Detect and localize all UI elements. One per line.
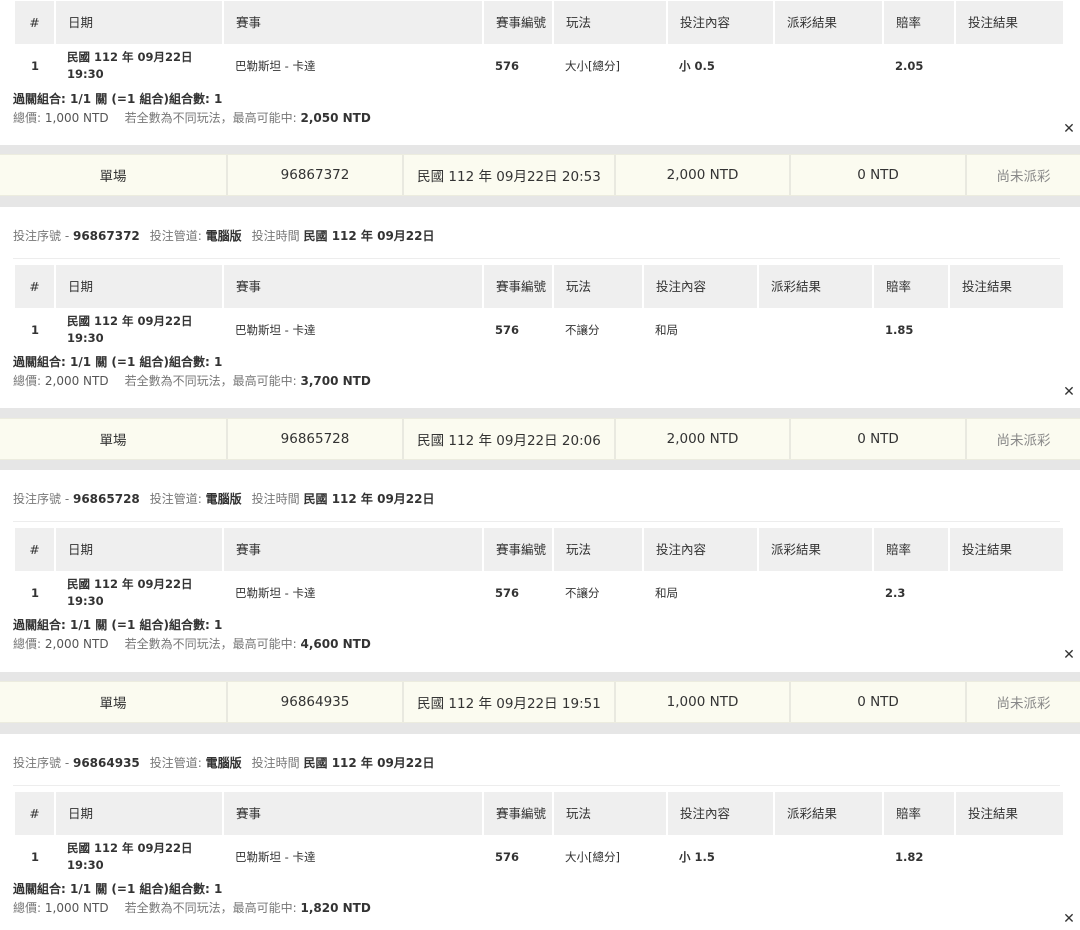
- combo-info: 過關組合: 1/1 關 (=1 組合)組合數: 1: [13, 92, 223, 106]
- col-header: 投注內容: [667, 1, 775, 44]
- summary-type: 單場: [0, 155, 228, 195]
- col-header: 日期: [55, 1, 224, 44]
- total-line: 總價: 1,000 NTD 若全數為不同玩法，最高可能中: 2,050 NTD: [13, 111, 371, 125]
- close-icon[interactable]: ✕: [1060, 910, 1078, 928]
- table-header-row: # 日期 賽事 賽事編號 玩法 投注內容 派彩結果 賠率 投注結果: [15, 792, 1063, 835]
- row-play: 大小[總分]: [565, 58, 620, 73]
- table-row: 1 民國 112 年 09月22日 19:30 巴勒斯坦 - 卡達 576 大小[…: [15, 44, 1063, 88]
- total-line: 總價: 1,000 NTD 若全數為不同玩法，最高可能中: 1,820 NTD: [13, 901, 371, 915]
- row-match-no: 576: [495, 58, 520, 73]
- bet-table: # 日期 賽事 賽事編號 玩法 投注內容 派彩結果 賠率 投注結果 1 民國 1…: [15, 792, 1063, 879]
- col-header: 賽事編號: [483, 1, 554, 44]
- row-date: 民國 112 年 09月22日 19:30: [67, 50, 193, 81]
- table-row: 1 民國 112 年 09月22日 19:30 巴勒斯坦 - 卡達 576 大小[…: [30, 841, 924, 872]
- row-index: 1: [30, 58, 39, 73]
- bet-table: # 日期 賽事 賽事編號 玩法 投注內容 派彩結果 賠率 投注結果 1 民國 1…: [15, 1, 1063, 88]
- summary-ticket: 96867372: [228, 155, 404, 195]
- order-time: 民國 112 年 09月22日: [303, 229, 435, 243]
- table-header-row: # 日期 賽事 賽事編號 玩法 投注內容 派彩結果 賠率 投注結果: [15, 528, 1063, 571]
- bet-summary-row[interactable]: 單場 96865728 民國 112 年 09月22日 20:06 2,000 …: [0, 418, 1080, 460]
- table-row: 1 民國 112 年 09月22日 19:30 巴勒斯坦 - 卡達 576 不讓分…: [30, 314, 914, 345]
- summary-time: 民國 112 年 09月22日 20:53: [404, 155, 616, 195]
- order-info-line: 投注序號 - 96867372 投注管道: 電腦版 投注時間 民國 112 年 09…: [13, 227, 1060, 259]
- bet-summary-row[interactable]: 單場 96864935 民國 112 年 09月22日 19:51 1,000 …: [0, 681, 1080, 723]
- order-number: 96867372: [72, 229, 140, 243]
- bet-table: # 日期 賽事 賽事編號 玩法 投注內容 派彩結果 賠率 投注結果 1 民國 1…: [15, 528, 1063, 615]
- bet-detail-panel: 投注序號 - 96865728 投注管道: 電腦版 投注時間 民國 112 年 09…: [0, 470, 1080, 672]
- table-header-row: # 日期 賽事 賽事編號 玩法 投注內容 派彩結果 賠率 投注結果: [15, 265, 1063, 308]
- row-match: 巴勒斯坦 - 卡達: [235, 58, 316, 73]
- close-icon[interactable]: ✕: [1060, 120, 1078, 138]
- col-header: 賠率: [883, 1, 956, 44]
- row-result: [955, 44, 1063, 88]
- col-header: 玩法: [553, 1, 668, 44]
- combo-info: 過關組合: 1/1 關 (=1 組合)組合數: 1: [13, 618, 223, 632]
- summary-status: 尚未派彩: [996, 169, 1051, 185]
- table-header-row: # 日期 賽事 賽事編號 玩法 投注內容 派彩結果 賠率 投注結果: [15, 1, 1063, 44]
- bet-table: # 日期 賽事 賽事編號 玩法 投注內容 派彩結果 賠率 投注結果 1 民國 1…: [15, 265, 1063, 352]
- summary-stake: 2,000 NTD: [616, 155, 791, 195]
- order-info-line: 投注序號 - 96865728 投注管道: 電腦版 投注時間 民國 112 年 09…: [13, 490, 1060, 522]
- order-info-line: 投注序號 - 96864935 投注管道: 電腦版 投注時間 民國 112 年 09…: [13, 754, 1060, 786]
- row-odds: 2.05: [895, 58, 924, 73]
- col-header: #: [15, 1, 56, 44]
- table-row: 1 民國 112 年 09月22日 19:30 巴勒斯坦 - 卡達 576 不讓分…: [30, 577, 906, 608]
- combo-info: 過關組合: 1/1 關 (=1 組合)組合數: 1: [13, 355, 223, 369]
- total-line: 總價: 2,000 NTD 若全數為不同玩法，最高可能中: 4,600 NTD: [13, 637, 371, 651]
- combo-info: 過關組合: 1/1 關 (=1 組合)組合數: 1: [13, 882, 223, 896]
- close-icon[interactable]: ✕: [1060, 383, 1078, 401]
- total-line: 總價: 2,000 NTD 若全數為不同玩法，最高可能中: 3,700 NTD: [13, 374, 371, 388]
- bet-detail-panel: 投注序號 - 96864935 投注管道: 電腦版 投注時間 民國 112 年 09…: [0, 734, 1080, 930]
- row-content: 小 0.5: [679, 58, 715, 73]
- col-header: 派彩結果: [774, 1, 884, 44]
- row-payout: [774, 44, 883, 88]
- order-channel: 電腦版: [205, 229, 242, 243]
- col-header: 投注結果: [955, 1, 1063, 44]
- bet-detail-panel: 投注序號 - 96867372 投注管道: 電腦版 投注時間 民國 112 年 09…: [0, 207, 1080, 408]
- col-header: 賽事: [223, 1, 484, 44]
- close-icon[interactable]: ✕: [1060, 646, 1078, 664]
- bet-summary-row[interactable]: 單場 96867372 民國 112 年 09月22日 20:53 2,000 …: [0, 154, 1080, 196]
- bet-detail-panel: # 日期 賽事 賽事編號 玩法 投注內容 派彩結果 賠率 投注結果 1 民國 1…: [0, 0, 1080, 145]
- summary-payout: 0 NTD: [791, 155, 967, 195]
